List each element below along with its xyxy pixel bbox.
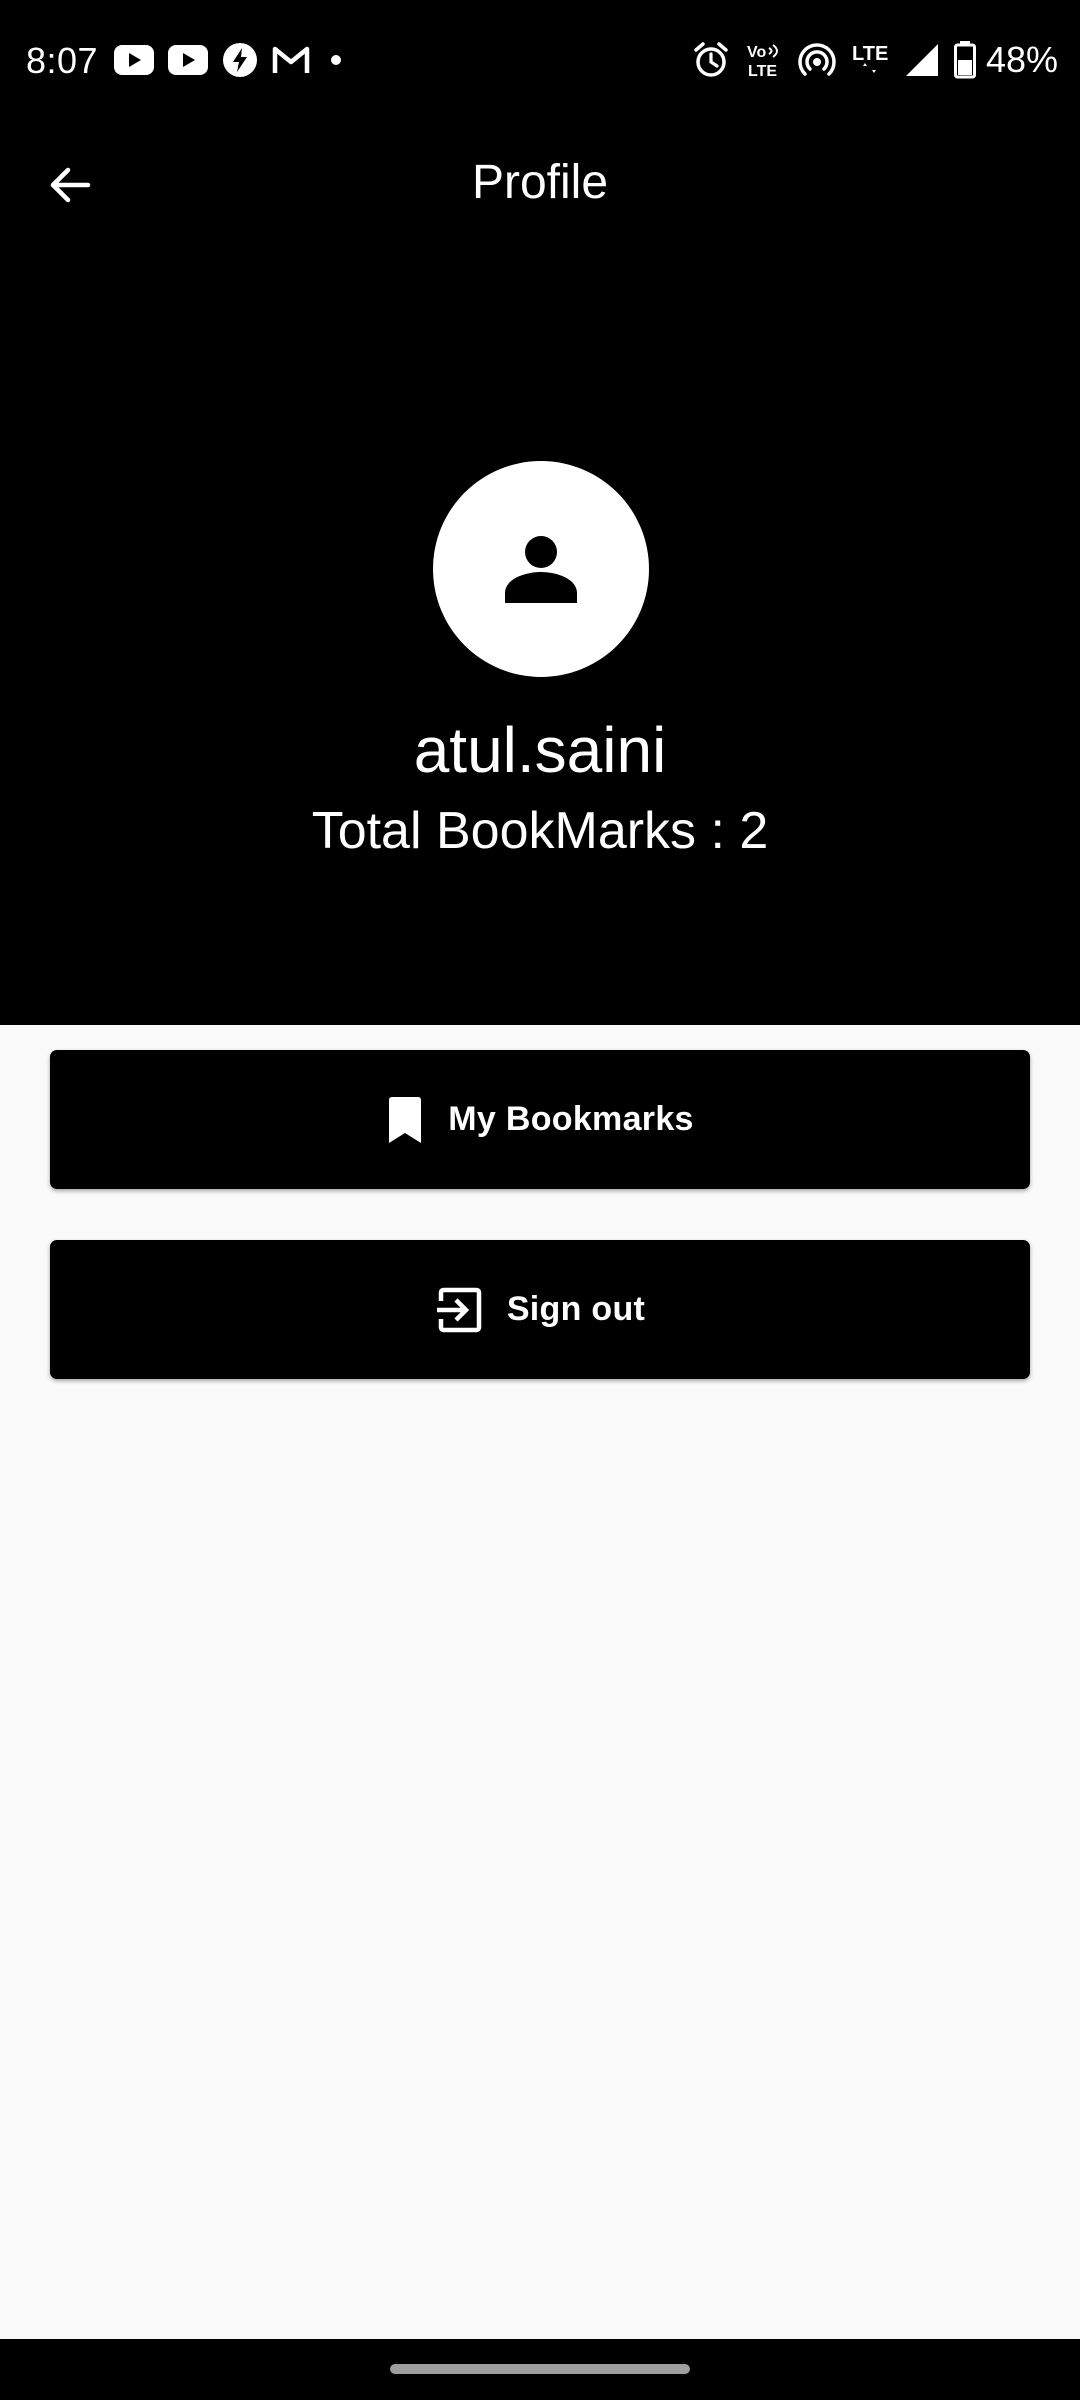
profile-screen: 8:07 Vo LTE LTE 48% Profile atul.saini T… [0, 0, 1080, 2400]
system-icons: Vo LTE LTE 48% [692, 38, 1058, 82]
bookmark-icon [386, 1096, 424, 1143]
alarm-icon [694, 42, 728, 77]
hotspot-icon [798, 43, 836, 76]
lte-text: LTE [852, 43, 888, 65]
sign-out-label: Sign out [506, 1290, 646, 1328]
status-time: 8:07 [26, 40, 99, 81]
volte-text-top: Vo [747, 44, 766, 61]
profile-header: Profile atul.saini Total BookMarks : 2 [0, 120, 1080, 1025]
lte-icon: LTE [852, 43, 888, 73]
battery-icon [953, 41, 976, 79]
signal-icon [905, 44, 938, 76]
status-bar: 8:07 Vo LTE LTE 48% [0, 0, 1080, 120]
navigation-bar [0, 2339, 1080, 2400]
page-title: Profile [471, 156, 609, 209]
my-bookmarks-button[interactable]: My Bookmarks [50, 1050, 1030, 1189]
battery-percent: 48% [985, 39, 1058, 80]
my-bookmarks-label: My Bookmarks [448, 1100, 694, 1138]
volte-text-bottom: LTE [748, 63, 777, 80]
gmail-icon [272, 46, 310, 73]
bookmark-count: Total BookMarks : 2 [311, 802, 769, 860]
home-indicator[interactable] [390, 2364, 690, 2374]
sign-out-button[interactable]: Sign out [50, 1240, 1030, 1379]
dot-icon [331, 55, 341, 65]
username: atul.saini [413, 714, 667, 786]
youtube-icon [114, 45, 154, 75]
bolt-icon [223, 43, 257, 77]
avatar [433, 461, 649, 677]
sign-out-icon [435, 1286, 483, 1334]
youtube-icon [168, 45, 208, 75]
notification-icons [114, 40, 348, 80]
person-icon [505, 536, 577, 603]
volte-icon: Vo LTE [747, 44, 778, 80]
